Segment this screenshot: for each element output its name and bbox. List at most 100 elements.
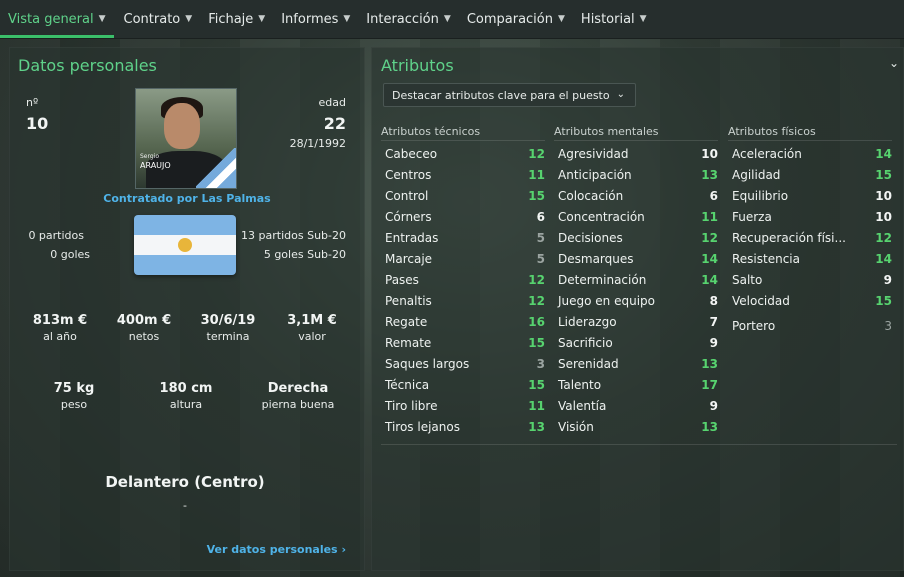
stat-foot: Derecha pierna buena	[248, 381, 348, 411]
attribute-row[interactable]: Anticipación 13	[554, 164, 718, 185]
tab-comparacion[interactable]: Comparación ▼	[459, 0, 573, 38]
attribute-name: Fuerza	[732, 209, 772, 224]
argentina-flag-icon	[134, 215, 236, 275]
attribute-value: 14	[701, 272, 718, 287]
column-header: Atributos físicos	[728, 124, 892, 141]
top-nav: Vista general ▼ Contrato ▼ Fichaje ▼ Inform…	[0, 0, 904, 39]
attribute-name: Colocación	[558, 188, 624, 203]
attribute-row[interactable]: Serenidad 13	[554, 353, 718, 374]
tab-contrato[interactable]: Contrato ▼	[116, 0, 201, 38]
attribute-row[interactable]: Velocidad 15	[728, 290, 892, 311]
attribute-value: 11	[528, 398, 545, 413]
attribute-row[interactable]: Cabeceo 12	[381, 143, 545, 164]
stat-value-money: 3,1M € valor	[267, 313, 357, 343]
attribute-value: 10	[875, 188, 892, 203]
chevron-down-icon: ▼	[185, 14, 193, 24]
tab-label: Historial	[580, 11, 635, 27]
mental-attributes-column: Atributos mentales Agresividad 10 Anticipac…	[554, 124, 718, 437]
attribute-value: 3	[884, 318, 892, 333]
argentina-flag-icon	[196, 148, 236, 188]
attribute-name: Decisiones	[558, 230, 623, 245]
attribute-row[interactable]: Equilibrio 10	[728, 185, 892, 206]
attribute-row[interactable]: Tiro libre 11	[381, 395, 545, 416]
attribute-row[interactable]: Concentración 11	[554, 206, 718, 227]
attribute-row[interactable]: Valentía 9	[554, 395, 718, 416]
chevron-down-icon[interactable]: ⌄	[889, 56, 899, 70]
attribute-value: 13	[701, 356, 718, 371]
attribute-row[interactable]: Decisiones 12	[554, 227, 718, 248]
attribute-row[interactable]: Saques largos 3	[381, 353, 545, 374]
attribute-row[interactable]: Córners 6	[381, 206, 545, 227]
attribute-value: 15	[875, 167, 892, 182]
attribute-row[interactable]: Aceleración 14	[728, 143, 892, 164]
attribute-row[interactable]: Tiros lejanos 13	[381, 416, 545, 437]
divider	[381, 444, 897, 445]
tab-informes[interactable]: Informes ▼	[273, 0, 358, 38]
stat-value: 75 kg	[53, 381, 95, 396]
attribute-name: Desmarques	[558, 251, 634, 266]
attribute-row[interactable]: Técnica 15	[381, 374, 545, 395]
tab-historial[interactable]: Historial ▼	[573, 0, 655, 38]
attribute-row[interactable]: Penaltis 12	[381, 290, 545, 311]
attribute-row[interactable]: Agilidad 15	[728, 164, 892, 185]
attribute-row[interactable]: Agresividad 10	[554, 143, 718, 164]
date-of-birth: 28/1/1992	[289, 137, 346, 150]
attribute-value: 6	[536, 209, 545, 224]
dropdown-label: Destacar atributos clave para el puesto	[392, 88, 610, 102]
attribute-row[interactable]: Centros 11	[381, 164, 545, 185]
attribute-row[interactable]: Sacrificio 9	[554, 332, 718, 353]
tab-label: Informes	[281, 11, 339, 27]
attribute-value: 12	[875, 230, 892, 245]
attribute-row[interactable]: Determinación 14	[554, 269, 718, 290]
attribute-name: Tiro libre	[385, 398, 438, 413]
attribute-value: 15	[875, 293, 892, 308]
attribute-row[interactable]: Recuperación físi... 12	[728, 227, 892, 248]
attribute-name: Cabeceo	[385, 146, 438, 161]
attribute-row[interactable]: Resistencia 14	[728, 248, 892, 269]
stat-wage: 813m € al año	[15, 313, 105, 343]
attribute-row[interactable]: Fuerza 10	[728, 206, 892, 227]
attribute-value: 15	[528, 377, 545, 392]
attribute-row[interactable]: Desmarques 14	[554, 248, 718, 269]
attribute-name: Equilibrio	[732, 188, 789, 203]
attribute-row[interactable]: Entradas 5	[381, 227, 545, 248]
attribute-row[interactable]: Control 15	[381, 185, 545, 206]
personal-data-panel: Datos personales nº 10 Sergio ARAUJO eda…	[9, 47, 365, 571]
attribute-row[interactable]: Regate 16	[381, 311, 545, 332]
attribute-row[interactable]: Remate 15	[381, 332, 545, 353]
view-personal-data-link[interactable]: Ver datos personales ›	[207, 543, 346, 556]
chevron-down-icon: ▼	[98, 14, 106, 24]
attribute-value: 9	[709, 398, 718, 413]
attribute-value: 14	[875, 251, 892, 266]
highlight-attributes-dropdown[interactable]: Destacar atributos clave para el puesto …	[383, 83, 636, 107]
attribute-name: Concentración	[558, 209, 645, 224]
attribute-name: Valentía	[558, 398, 607, 413]
attribute-name: Tiros lejanos	[385, 419, 460, 434]
attribute-row[interactable]: Talento 17	[554, 374, 718, 395]
attribute-value: 12	[528, 146, 545, 161]
attribute-value: 12	[528, 272, 545, 287]
attribute-row[interactable]: Juego en equipo 8	[554, 290, 718, 311]
chevron-down-icon: ▼	[443, 14, 451, 24]
attribute-name: Centros	[385, 167, 432, 182]
tab-fichaje[interactable]: Fichaje ▼	[200, 0, 273, 38]
attribute-name: Portero	[732, 318, 776, 333]
panel-title: Atributos	[381, 56, 454, 75]
attribute-row[interactable]: Marcaje 5	[381, 248, 545, 269]
attribute-name: Juego en equipo	[558, 293, 656, 308]
contract-club-link[interactable]: Contratado por Las Palmas	[10, 192, 364, 205]
attribute-value: 5	[536, 251, 545, 266]
attribute-name: Resistencia	[732, 251, 800, 266]
position-subtitle: -	[183, 499, 187, 512]
attribute-row[interactable]: Salto 9	[728, 269, 892, 290]
attribute-row[interactable]: Portero 3	[728, 315, 892, 336]
stat-value: 180 cm	[159, 381, 213, 396]
attribute-name: Velocidad	[732, 293, 790, 308]
attribute-row[interactable]: Liderazgo 7	[554, 311, 718, 332]
tab-vista-general[interactable]: Vista general ▼	[0, 0, 114, 38]
attribute-row[interactable]: Colocación 6	[554, 185, 718, 206]
attribute-row[interactable]: Visión 13	[554, 416, 718, 437]
chevron-down-icon: ▼	[639, 14, 647, 24]
attribute-row[interactable]: Pases 12	[381, 269, 545, 290]
tab-interaccion[interactable]: Interacción ▼	[358, 0, 459, 38]
